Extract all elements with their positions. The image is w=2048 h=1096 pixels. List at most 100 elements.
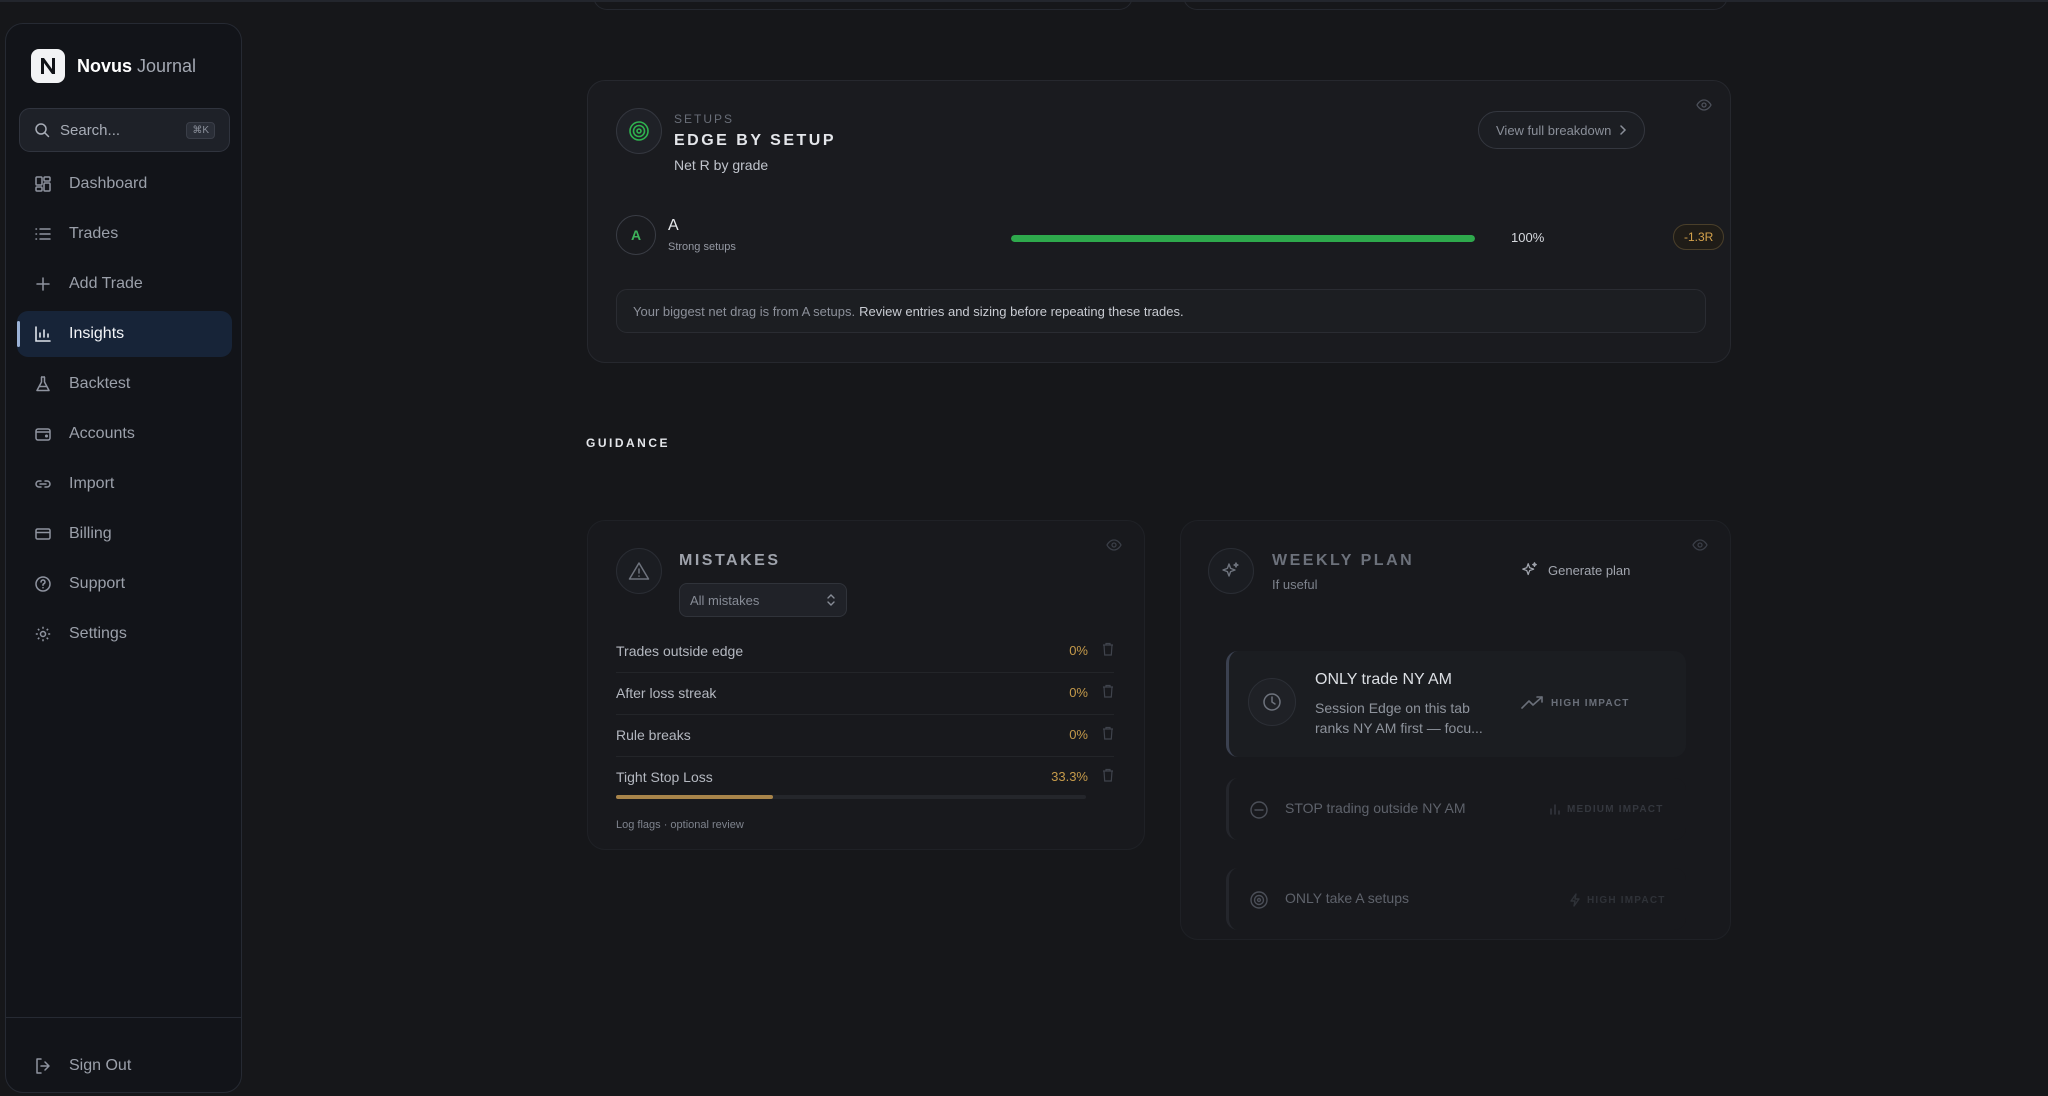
impact-label: HIGH IMPACT <box>1551 697 1630 709</box>
sidebar-item-label: Settings <box>69 625 127 642</box>
edge-by-setup-card: SETUPS EDGE BY SETUP Net R by grade View… <box>587 80 1731 363</box>
mistake-row[interactable]: After loss streak 0% <box>616 673 1114 715</box>
mistakes-filter-select[interactable]: All mistakes <box>679 583 847 617</box>
sidebar-item-add-trade[interactable]: Add Trade <box>17 261 232 307</box>
insight-note: Your biggest net drag is from A setups. … <box>616 289 1706 333</box>
sidebar-item-settings[interactable]: Settings <box>17 611 232 657</box>
mistakes-title: MISTAKES <box>679 552 781 569</box>
net-r-badge: -1.3R <box>1673 224 1725 250</box>
help-icon <box>34 575 52 593</box>
sidebar: Novus Journal Search... ⌘K Dashboard Tra… <box>5 23 242 1093</box>
grade-share-bar <box>1011 235 1475 242</box>
sidebar-item-label: Dashboard <box>69 175 148 192</box>
impact-badge: HIGH IMPACT <box>1521 696 1630 710</box>
mistakes-card: MISTAKES All mistakes Trades outside edg… <box>587 520 1145 850</box>
sidebar-item-insights[interactable]: Insights <box>17 311 232 357</box>
trash-icon[interactable] <box>1102 642 1114 656</box>
search-icon <box>34 122 50 138</box>
eye-icon[interactable] <box>1696 99 1712 111</box>
view-full-breakdown-button[interactable]: View full breakdown <box>1478 111 1646 149</box>
plan-item[interactable]: ONLY take A setups HIGH IMPACT <box>1226 868 1686 930</box>
card-title: EDGE BY SETUP <box>674 132 837 149</box>
clock-icon <box>1248 678 1296 726</box>
impact-label: HIGH IMPACT <box>1587 894 1666 906</box>
sidebar-item-label: Support <box>69 575 126 592</box>
mistake-bar <box>616 795 1086 799</box>
sidebar-nav: Dashboard Trades Add Trade Insights Back… <box>17 161 232 661</box>
plus-icon <box>34 275 52 293</box>
guidance-section-title: GUIDANCE <box>586 436 671 450</box>
generate-plan-button[interactable]: Generate plan <box>1521 561 1630 579</box>
target-icon <box>1249 890 1269 910</box>
sidebar-item-import[interactable]: Import <box>17 461 232 507</box>
link-icon <box>34 475 52 493</box>
sidebar-item-billing[interactable]: Billing <box>17 511 232 557</box>
sign-out-icon <box>34 1057 52 1075</box>
bar-chart-icon <box>34 325 52 343</box>
target-icon <box>616 108 662 154</box>
trash-icon[interactable] <box>1102 726 1114 740</box>
plan-title: ONLY trade NY AM <box>1315 671 1452 688</box>
plan-description: Session Edge on this tab ranks NY AM fir… <box>1315 698 1483 738</box>
brand-name: Novus <box>77 55 133 76</box>
partial-card-right <box>1183 0 1728 10</box>
chevron-right-icon <box>1619 124 1627 136</box>
plan-item[interactable]: STOP trading outside NY AM MEDIUM IMPACT <box>1226 778 1686 840</box>
trash-icon[interactable] <box>1102 768 1114 782</box>
weekly-plan-title: WEEKLY PLAN <box>1272 552 1415 569</box>
grade-share-bar-fill <box>1011 235 1475 242</box>
impact-badge: HIGH IMPACT <box>1569 893 1666 907</box>
grade-share-percent: 100% <box>1511 230 1545 245</box>
sidebar-item-backtest[interactable]: Backtest <box>17 361 232 407</box>
brand[interactable]: Novus Journal <box>31 49 196 83</box>
mistake-row[interactable]: Tight Stop Loss 33.3% <box>616 757 1114 799</box>
gear-icon <box>34 625 52 643</box>
sidebar-item-accounts[interactable]: Accounts <box>17 411 232 457</box>
bolt-icon <box>1569 893 1581 907</box>
mistake-label: Rule breaks <box>616 727 691 743</box>
mistake-row[interactable]: Trades outside edge 0% <box>616 631 1114 673</box>
mistake-percent: 0% <box>1069 643 1088 658</box>
eye-icon[interactable] <box>1692 539 1708 551</box>
warning-icon <box>616 548 662 594</box>
weekly-plan-card: WEEKLY PLAN If useful Generate plan ONLY… <box>1180 520 1731 940</box>
search-shortcut: ⌘K <box>186 121 215 139</box>
plan-description-line: ranks NY AM first — focu... <box>1315 720 1483 736</box>
sidebar-item-label: Insights <box>69 325 125 342</box>
impact-label: MEDIUM IMPACT <box>1567 803 1664 815</box>
sidebar-item-trades[interactable]: Trades <box>17 211 232 257</box>
mistake-label: After loss streak <box>616 685 717 701</box>
credit-card-icon <box>34 525 52 543</box>
sign-out-button[interactable]: Sign Out <box>34 1057 131 1075</box>
flask-icon <box>34 375 52 393</box>
mistake-label: Trades outside edge <box>616 643 744 659</box>
note-lead: Your biggest net drag is from A setups. <box>633 303 856 319</box>
trending-up-icon <box>1521 696 1545 710</box>
eye-icon[interactable] <box>1106 539 1122 551</box>
grade-badge: A <box>616 215 656 255</box>
grade-name: A <box>668 217 679 234</box>
sidebar-item-dashboard[interactable]: Dashboard <box>17 161 232 207</box>
mistake-row[interactable]: Rule breaks 0% <box>616 715 1114 757</box>
sparkle-icon <box>1208 548 1254 594</box>
mistake-label: Tight Stop Loss <box>616 769 713 785</box>
sidebar-item-label: Import <box>69 475 115 492</box>
bar-chart-icon <box>1549 803 1561 815</box>
select-value: All mistakes <box>690 592 760 608</box>
mistake-percent: 0% <box>1069 727 1088 742</box>
sidebar-item-label: Trades <box>69 225 119 242</box>
impact-badge: MEDIUM IMPACT <box>1549 803 1664 815</box>
sidebar-item-support[interactable]: Support <box>17 561 232 607</box>
logo-icon <box>31 49 65 83</box>
trash-icon[interactable] <box>1102 684 1114 698</box>
plan-title: STOP trading outside NY AM <box>1285 800 1466 816</box>
sparkle-icon <box>1521 561 1539 579</box>
plan-item[interactable]: ONLY trade NY AM Session Edge on this ta… <box>1226 651 1686 757</box>
search-input[interactable]: Search... ⌘K <box>19 108 230 152</box>
sidebar-item-label: Accounts <box>69 425 135 442</box>
sidebar-item-label: Backtest <box>69 375 131 392</box>
card-subtitle: Net R by grade <box>674 157 769 173</box>
minus-circle-icon <box>1249 800 1269 820</box>
setup-grade-row[interactable]: A A Strong setups 100% -1.3R <box>616 215 1725 261</box>
sign-out-label: Sign Out <box>69 1057 132 1074</box>
